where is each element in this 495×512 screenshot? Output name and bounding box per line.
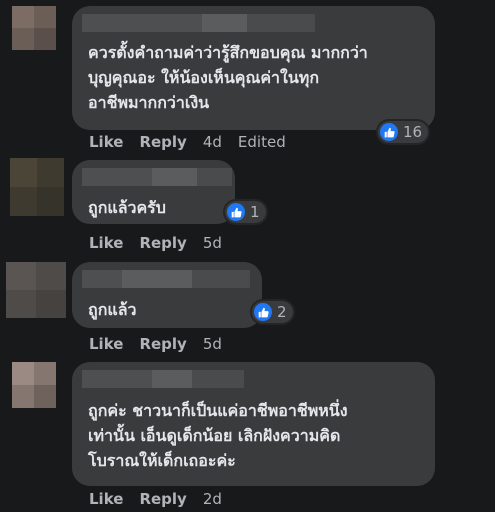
thumbs-up-icon (380, 123, 398, 141)
reply-button[interactable]: Reply (139, 335, 186, 353)
like-button[interactable]: Like (89, 335, 123, 353)
comment-text: ควรตั้งคำถามค่าว่ารู้สึกขอบคุณ มากกว่า บ… (88, 43, 368, 112)
edited-label[interactable]: Edited (238, 133, 286, 151)
comment-text: ถูกแล้ว (88, 300, 137, 319)
reaction-badge[interactable]: 1 (225, 201, 266, 223)
comment-bubble: ควรตั้งคำถามค่าว่ารู้สึกขอบคุณ มากกว่า บ… (72, 6, 435, 130)
like-button[interactable]: Like (89, 234, 123, 252)
commenter-name-blurred[interactable] (82, 14, 315, 32)
timestamp[interactable]: 5d (203, 335, 222, 353)
comment-text: ถูกค่ะ ชาวนาก็เป็นแค่อาชีพอาชีพหนึ่ง เท่… (88, 401, 348, 470)
avatar[interactable] (12, 362, 56, 408)
avatar[interactable] (12, 6, 56, 50)
timestamp[interactable]: 2d (203, 490, 222, 508)
timestamp[interactable]: 4d (203, 133, 222, 151)
commenter-name-blurred[interactable] (82, 370, 244, 388)
reply-button[interactable]: Reply (139, 133, 186, 151)
commenter-name-blurred[interactable] (82, 168, 232, 186)
comment-bubble: ถูกแล้ว (72, 262, 262, 328)
comment-text: ถูกแล้วครับ (88, 198, 166, 217)
commenter-name-blurred[interactable] (82, 270, 250, 288)
reaction-badge[interactable]: 16 (378, 121, 429, 143)
thumbs-up-icon (227, 203, 245, 221)
timestamp[interactable]: 5d (203, 234, 222, 252)
reaction-badge[interactable]: 2 (252, 301, 293, 323)
thumbs-up-icon (254, 303, 272, 321)
like-button[interactable]: Like (89, 490, 123, 508)
comment-bubble: ถูกค่ะ ชาวนาก็เป็นแค่อาชีพอาชีพหนึ่ง เท่… (72, 362, 435, 486)
reaction-count: 2 (277, 303, 287, 321)
reply-button[interactable]: Reply (139, 490, 186, 508)
like-button[interactable]: Like (89, 133, 123, 151)
reply-button[interactable]: Reply (139, 234, 186, 252)
reaction-count: 16 (403, 123, 423, 141)
avatar[interactable] (10, 158, 64, 216)
avatar[interactable] (6, 262, 66, 318)
comment-bubble: ถูกแล้วครับ (72, 160, 235, 224)
reaction-count: 1 (250, 203, 260, 221)
